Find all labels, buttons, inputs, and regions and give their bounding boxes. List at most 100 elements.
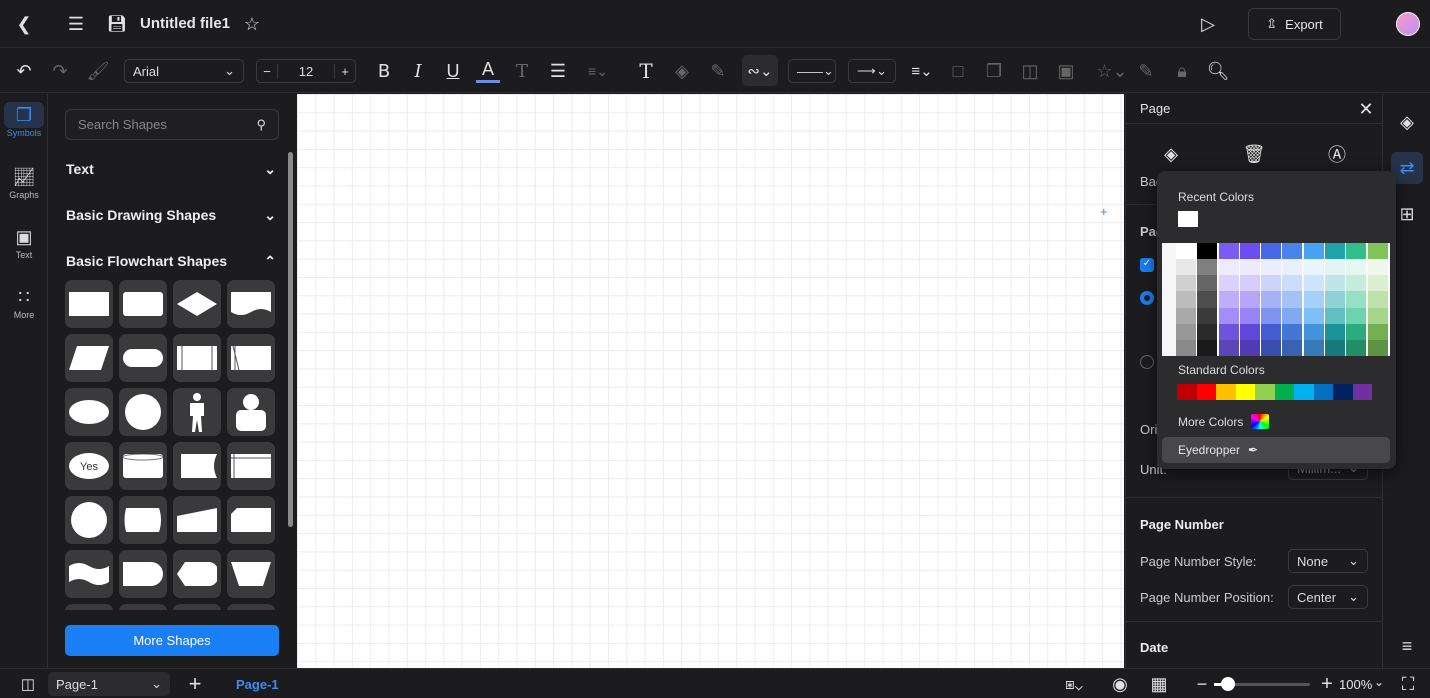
- pen-icon[interactable]: ✎: [706, 59, 730, 83]
- palette-swatch[interactable]: [1176, 339, 1197, 356]
- palette-swatch[interactable]: [1367, 307, 1389, 324]
- drawing-canvas[interactable]: +: [297, 94, 1124, 668]
- standard-color-swatch[interactable]: [1216, 384, 1236, 400]
- palette-swatch[interactable]: [1325, 323, 1347, 340]
- palette-swatch[interactable]: [1346, 243, 1368, 260]
- palette-swatch[interactable]: [1346, 291, 1368, 308]
- palette-swatch[interactable]: [1282, 275, 1304, 292]
- palette-swatch[interactable]: [1282, 243, 1304, 260]
- export-button[interactable]: ⇫ Export: [1248, 8, 1341, 40]
- palette-swatch[interactable]: [1261, 243, 1283, 260]
- palette-swatch[interactable]: [1325, 291, 1347, 308]
- palette-swatch[interactable]: [1239, 243, 1261, 260]
- palette-swatch[interactable]: [1367, 243, 1389, 260]
- font-size-value[interactable]: 12: [277, 63, 335, 79]
- radio-selected[interactable]: [1140, 291, 1154, 305]
- font-color-icon[interactable]: A: [476, 59, 500, 83]
- apps-grid-icon[interactable]: ⊞: [1395, 202, 1419, 226]
- close-icon[interactable]: ✕: [1354, 97, 1378, 121]
- shape-tape[interactable]: [65, 550, 113, 598]
- color-wheel-icon[interactable]: [1251, 414, 1269, 429]
- palette-swatch[interactable]: [1325, 339, 1347, 356]
- layers-icon[interactable]: ⧆⌄: [1056, 672, 1092, 696]
- chevron-down-icon[interactable]: ⌄: [1374, 675, 1384, 689]
- palette-swatch[interactable]: [1346, 339, 1368, 356]
- recent-color-swatch[interactable]: [1178, 211, 1198, 227]
- shape-terminator[interactable]: [119, 334, 167, 382]
- palette-swatch[interactable]: [1303, 339, 1325, 356]
- rail-item-more[interactable]: ∷ More: [4, 284, 44, 320]
- shape-connector-circle[interactable]: [65, 496, 113, 544]
- palette-swatch[interactable]: [1197, 259, 1219, 276]
- shape-ellipse[interactable]: [65, 388, 113, 436]
- menu-icon[interactable]: ☰: [64, 12, 88, 36]
- shape-delay[interactable]: [119, 550, 167, 598]
- shape-manual-input[interactable]: [173, 496, 221, 544]
- shape-cell[interactable]: [119, 604, 167, 610]
- search-icon[interactable]: ⚲: [256, 117, 266, 133]
- align-icon[interactable]: ☰: [546, 59, 570, 83]
- edit-icon[interactable]: ✎: [1134, 59, 1158, 83]
- palette-swatch[interactable]: [1197, 307, 1219, 324]
- bring-front-icon[interactable]: □: [946, 59, 970, 83]
- palette-swatch[interactable]: [1218, 307, 1240, 324]
- redo-icon[interactable]: ↷: [48, 59, 72, 83]
- palette-swatch[interactable]: [1197, 243, 1219, 260]
- palette-swatch[interactable]: [1261, 307, 1283, 324]
- palette-swatch[interactable]: [1282, 323, 1304, 340]
- section-basic-drawing[interactable]: Basic Drawing Shapes ⌄: [66, 207, 276, 224]
- shape-actor[interactable]: [173, 388, 221, 436]
- palette-swatch[interactable]: [1239, 259, 1261, 276]
- palette-swatch[interactable]: [1176, 291, 1197, 308]
- palette-swatch[interactable]: [1197, 275, 1219, 292]
- radio[interactable]: [1140, 355, 1154, 369]
- palette-swatch[interactable]: [1261, 259, 1283, 276]
- shape-process[interactable]: [65, 280, 113, 328]
- shape-circle[interactable]: [119, 388, 167, 436]
- zoom-out-icon[interactable]: −: [1194, 672, 1210, 696]
- shape-cell[interactable]: [227, 604, 275, 610]
- checkbox[interactable]: ✓: [1140, 258, 1154, 272]
- settings-list-icon[interactable]: ≡: [1395, 634, 1419, 658]
- more-colors-button[interactable]: More Colors: [1178, 415, 1243, 429]
- palette-swatch[interactable]: [1282, 339, 1304, 356]
- line-style-select[interactable]: —— ⌄: [788, 59, 836, 83]
- palette-swatch[interactable]: [1176, 307, 1197, 324]
- standard-color-swatch[interactable]: [1274, 384, 1294, 400]
- shape-cell[interactable]: [65, 604, 113, 610]
- palette-swatch[interactable]: [1176, 243, 1197, 260]
- font-family-select[interactable]: Arial ⌄: [124, 59, 244, 83]
- section-basic-flowchart[interactable]: Basic Flowchart Shapes ⌃: [66, 253, 276, 270]
- standard-color-swatch[interactable]: [1294, 384, 1314, 400]
- shape-document[interactable]: [227, 280, 275, 328]
- shape-stored-data[interactable]: [173, 442, 221, 490]
- standard-color-swatch[interactable]: [1255, 384, 1275, 400]
- send-back-icon[interactable]: ❐: [982, 59, 1006, 83]
- shape-cell[interactable]: [173, 604, 221, 610]
- palette-swatch[interactable]: [1239, 275, 1261, 292]
- star-icon[interactable]: ☆: [240, 12, 264, 36]
- align-objects-icon[interactable]: ◫: [1018, 59, 1042, 83]
- font-size-stepper[interactable]: − 12 +: [256, 59, 356, 83]
- color-palette[interactable]: [1162, 243, 1390, 356]
- palette-swatch[interactable]: [1303, 307, 1325, 324]
- palette-swatch[interactable]: [1325, 243, 1347, 260]
- palette-swatch[interactable]: [1218, 291, 1240, 308]
- palette-swatch[interactable]: [1346, 307, 1368, 324]
- connector-icon[interactable]: ∾⌄: [742, 55, 778, 86]
- palette-swatch[interactable]: [1218, 339, 1240, 356]
- palette-swatch[interactable]: [1282, 307, 1304, 324]
- shape-internal-storage-2[interactable]: [227, 442, 275, 490]
- palette-swatch[interactable]: [1261, 291, 1283, 308]
- palette-swatch[interactable]: [1261, 339, 1283, 356]
- play-icon[interactable]: ▷: [1196, 12, 1220, 36]
- page-tab[interactable]: Page-1: [236, 677, 279, 692]
- palette-swatch[interactable]: [1282, 291, 1304, 308]
- undo-icon[interactable]: ↶: [12, 59, 36, 83]
- decrease-font-icon[interactable]: −: [257, 64, 277, 79]
- style-fill-icon[interactable]: ◈: [1395, 110, 1419, 134]
- shape-manual-operation[interactable]: [227, 550, 275, 598]
- panel-scrollbar[interactable]: [288, 152, 293, 527]
- palette-swatch[interactable]: [1176, 275, 1197, 292]
- palette-swatch[interactable]: [1303, 259, 1325, 276]
